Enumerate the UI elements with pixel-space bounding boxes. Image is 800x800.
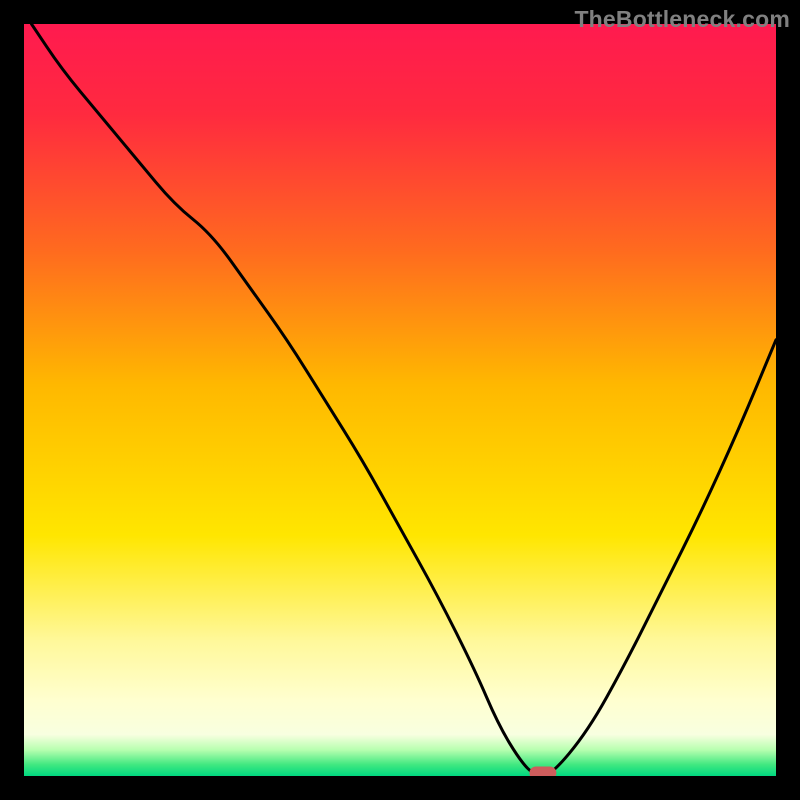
bottleneck-chart <box>24 24 776 776</box>
gradient-background <box>24 24 776 776</box>
watermark-text: TheBottleneck.com <box>574 6 790 33</box>
chart-frame <box>24 24 776 776</box>
optimal-marker <box>530 767 556 776</box>
